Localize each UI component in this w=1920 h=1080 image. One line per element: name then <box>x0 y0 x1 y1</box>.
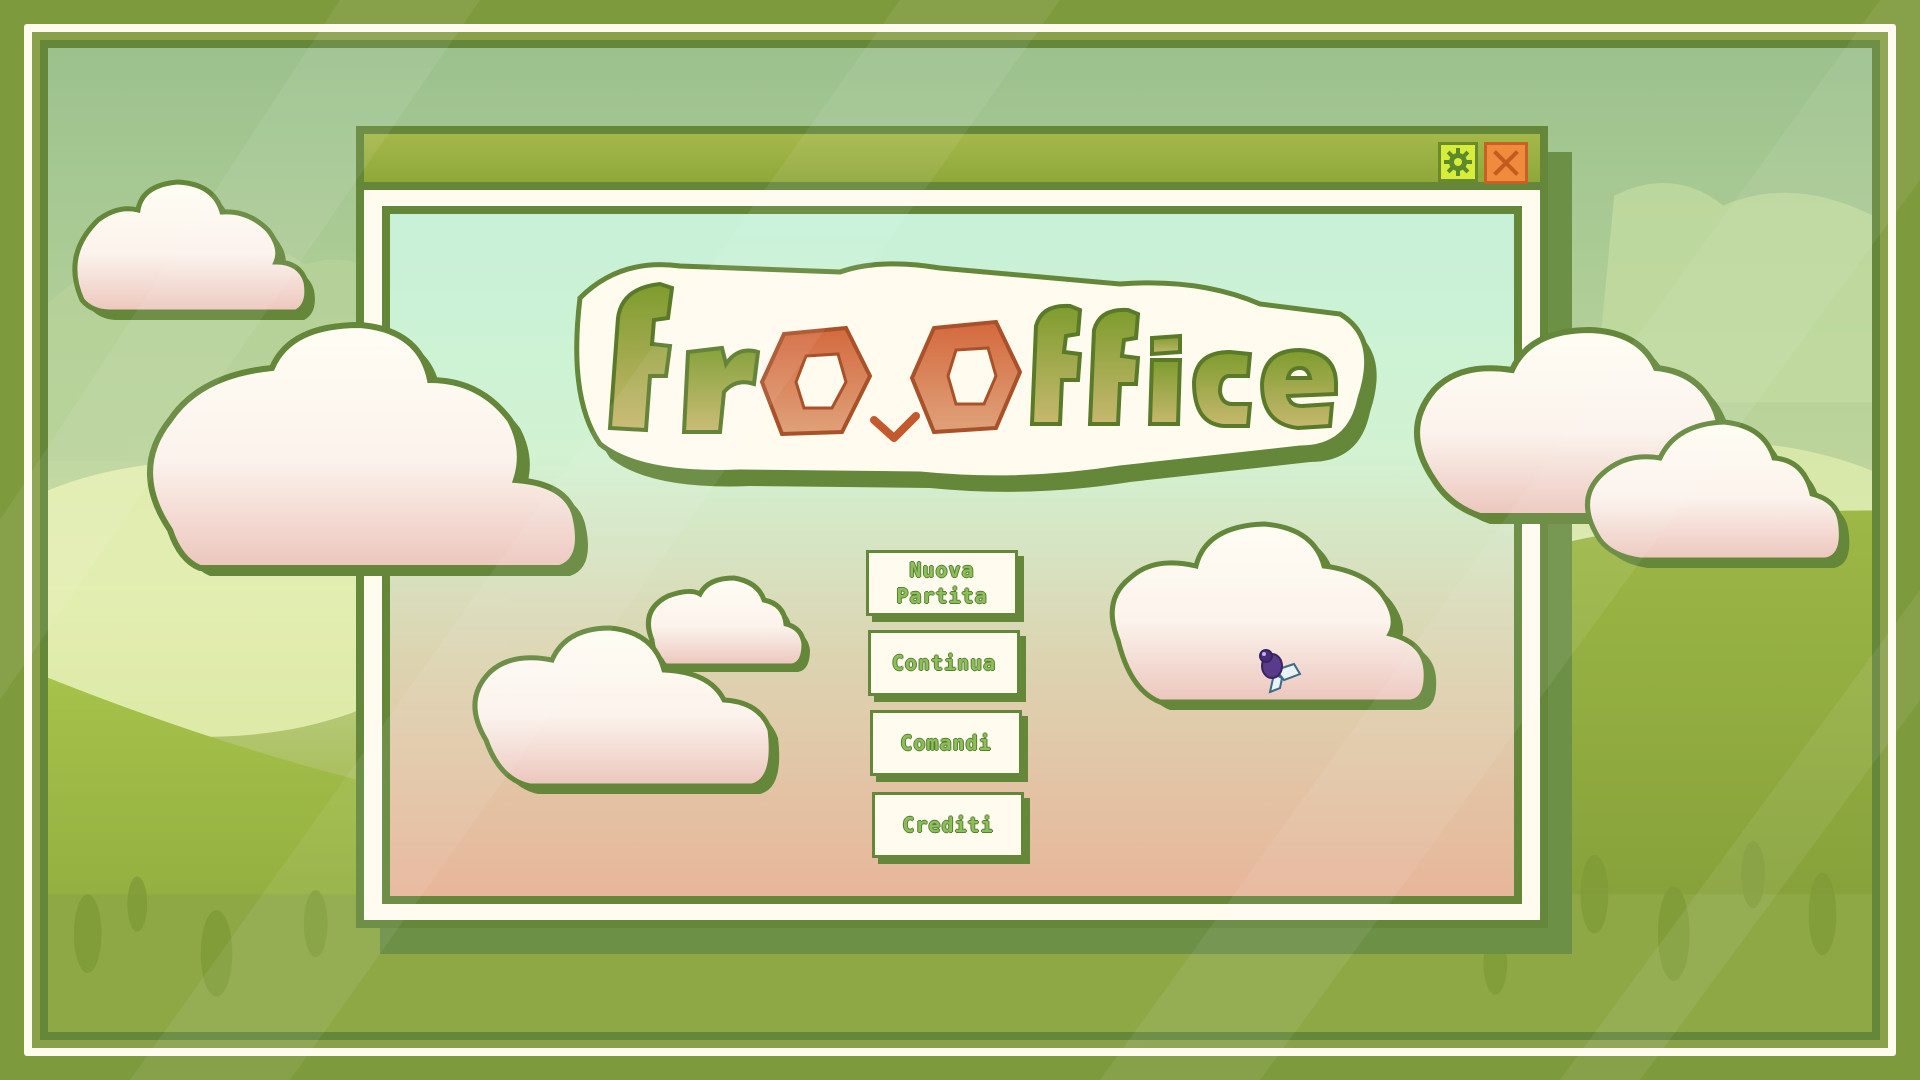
credits-label: Crediti <box>902 813 994 837</box>
gear-icon <box>1444 148 1472 176</box>
game-scene: frooffice Nuova Partita Continua Comandi… <box>0 0 1920 1080</box>
controls-label: Comandi <box>900 731 992 755</box>
settings-button[interactable] <box>1438 142 1478 182</box>
controls-button[interactable]: Comandi <box>870 710 1022 776</box>
game-logo <box>574 261 1377 492</box>
new-game-label: Nuova Partita <box>896 558 988 608</box>
continue-label: Continua <box>891 651 997 675</box>
continue-button[interactable]: Continua <box>868 630 1020 696</box>
new-game-button[interactable]: Nuova Partita <box>866 550 1018 616</box>
close-button[interactable] <box>1484 142 1528 184</box>
credits-button[interactable]: Crediti <box>872 792 1024 858</box>
window-titlebar <box>364 134 1540 190</box>
close-icon <box>1493 150 1519 176</box>
fly-cursor-icon <box>1259 649 1302 694</box>
